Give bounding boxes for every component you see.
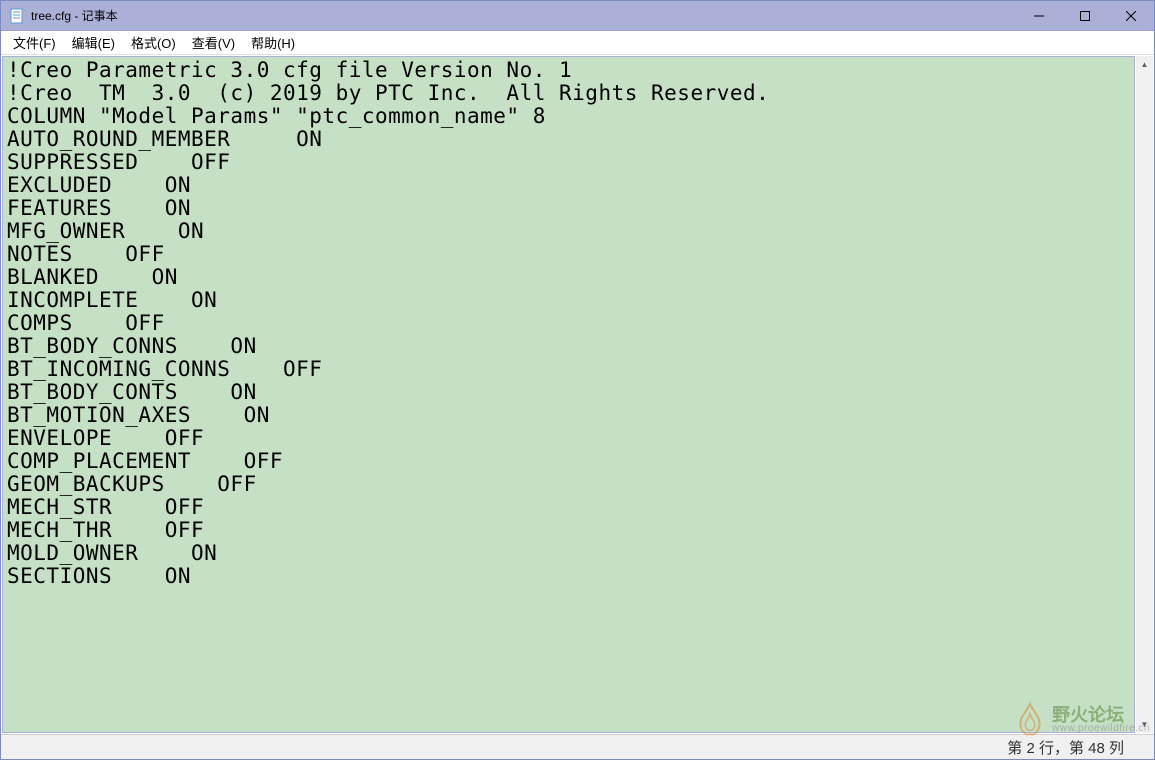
text-editor[interactable]: !Creo Parametric 3.0 cfg file Version No…	[2, 56, 1135, 733]
notepad-icon	[9, 8, 25, 24]
window-title: tree.cfg - 记事本	[31, 7, 1016, 24]
window-controls	[1016, 1, 1154, 30]
notepad-window: tree.cfg - 记事本 文件(F) 编辑(E) 格式(O) 查看(V) 帮…	[0, 0, 1155, 760]
menu-file[interactable]: 文件(F)	[5, 31, 64, 54]
titlebar[interactable]: tree.cfg - 记事本	[1, 1, 1154, 31]
cursor-position: 第 2 行，第 48 列	[997, 737, 1134, 758]
menu-help[interactable]: 帮助(H)	[243, 31, 303, 54]
vertical-scrollbar[interactable]: ▲ ▼	[1136, 56, 1153, 733]
close-button[interactable]	[1108, 1, 1154, 30]
content-wrapper: !Creo Parametric 3.0 cfg file Version No…	[1, 55, 1154, 734]
scroll-up-icon[interactable]: ▲	[1136, 56, 1153, 73]
maximize-button[interactable]	[1062, 1, 1108, 30]
menu-view[interactable]: 查看(V)	[184, 31, 243, 54]
scroll-down-icon[interactable]: ▼	[1136, 716, 1153, 733]
minimize-button[interactable]	[1016, 1, 1062, 30]
statusbar: 第 2 行，第 48 列	[1, 734, 1154, 759]
menu-edit[interactable]: 编辑(E)	[64, 31, 123, 54]
menubar: 文件(F) 编辑(E) 格式(O) 查看(V) 帮助(H)	[1, 31, 1154, 55]
menu-format[interactable]: 格式(O)	[123, 31, 184, 54]
